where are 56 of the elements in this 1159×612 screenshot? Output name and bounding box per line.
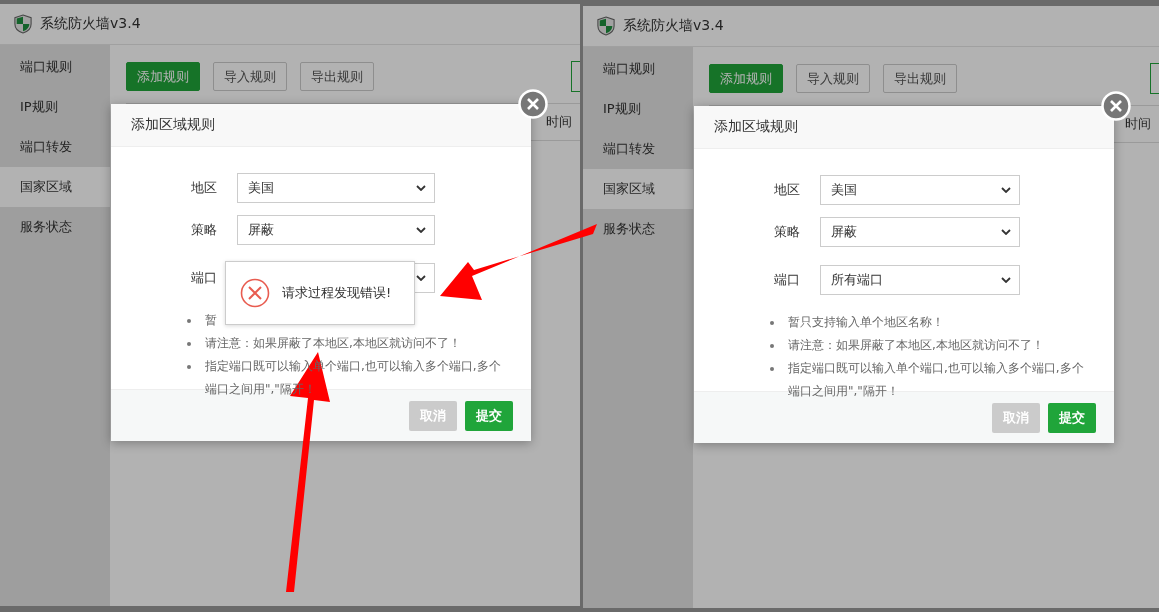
select-field[interactable]: 所有端口 xyxy=(820,265,1020,295)
caret-icon xyxy=(416,185,426,191)
window-title: 系统防火墙v3.4 xyxy=(623,17,724,35)
caret-icon xyxy=(1001,277,1011,283)
note-text: 请注意：如果屏蔽了本地区,本地区就访问不了！ xyxy=(205,335,461,352)
column-header: 时间 xyxy=(1125,115,1151,133)
shield-icon xyxy=(14,14,32,34)
select-field[interactable]: 美国 xyxy=(820,175,1020,205)
error-icon xyxy=(240,278,270,308)
field-label: 策略 xyxy=(773,223,800,241)
sidebar-item[interactable]: 端口转发 xyxy=(583,129,693,169)
field-label: 端口 xyxy=(190,269,217,287)
bullet-icon xyxy=(187,365,191,369)
shield-icon xyxy=(597,16,615,36)
caret-icon xyxy=(1001,187,1011,193)
toolbar-button[interactable]: 导入规则 xyxy=(796,64,870,93)
field-label: 端口 xyxy=(773,271,800,289)
sidebar-item[interactable]: 端口规则 xyxy=(583,49,693,89)
field-label: 地区 xyxy=(773,181,800,199)
select-field[interactable]: 屏蔽 xyxy=(237,215,435,245)
caret-icon xyxy=(416,275,426,281)
column-header: 时间 xyxy=(546,113,572,131)
field-label: 地区 xyxy=(190,179,217,197)
select-field[interactable]: 屏蔽 xyxy=(820,217,1020,247)
dialog-title: 添加区域规则 xyxy=(714,118,798,136)
toolbar-button[interactable] xyxy=(1150,63,1159,94)
note-text: 指定端口既可以输入单个端口,也可以输入多个端口,多个端口之间用","隔开！ xyxy=(788,360,1085,400)
toolbar-button[interactable]: 导出规则 xyxy=(883,64,957,93)
note-text: 暂只支持输入单个地区名称！ xyxy=(788,314,944,331)
dialog-button[interactable]: 提交 xyxy=(465,400,513,431)
caret-icon xyxy=(416,227,426,233)
bullet-icon xyxy=(770,367,774,371)
sidebar-item[interactable]: IP规则 xyxy=(0,87,110,127)
sidebar-item[interactable]: 端口规则 xyxy=(0,47,110,87)
sidebar-item[interactable]: 端口转发 xyxy=(0,127,110,167)
bullet-icon xyxy=(770,344,774,348)
note-text: 请注意：如果屏蔽了本地区,本地区就访问不了！ xyxy=(788,337,1044,354)
toast-message: 请求过程发现错误! xyxy=(282,284,392,302)
bullet-icon xyxy=(187,342,191,346)
dialog-title: 添加区域规则 xyxy=(131,116,215,134)
sidebar-item[interactable]: IP规则 xyxy=(583,89,693,129)
toolbar-button[interactable]: 导入规则 xyxy=(213,62,287,91)
bullet-icon xyxy=(770,321,774,325)
sidebar-item[interactable]: 国家区域 xyxy=(0,167,110,207)
sidebar-item[interactable]: 国家区域 xyxy=(583,169,693,209)
field-label: 策略 xyxy=(190,221,217,239)
dialog-button[interactable]: 提交 xyxy=(1048,402,1096,433)
toolbar-button[interactable] xyxy=(571,61,580,92)
note-text: 暂 xyxy=(205,312,217,329)
window-title: 系统防火墙v3.4 xyxy=(40,15,141,33)
select-field[interactable]: 美国 xyxy=(237,173,435,203)
toolbar-button[interactable]: 导出规则 xyxy=(300,62,374,91)
bullet-icon xyxy=(187,319,191,323)
close-icon[interactable] xyxy=(518,89,548,119)
caret-icon xyxy=(1001,229,1011,235)
sidebar-item[interactable]: 服务状态 xyxy=(0,207,110,247)
